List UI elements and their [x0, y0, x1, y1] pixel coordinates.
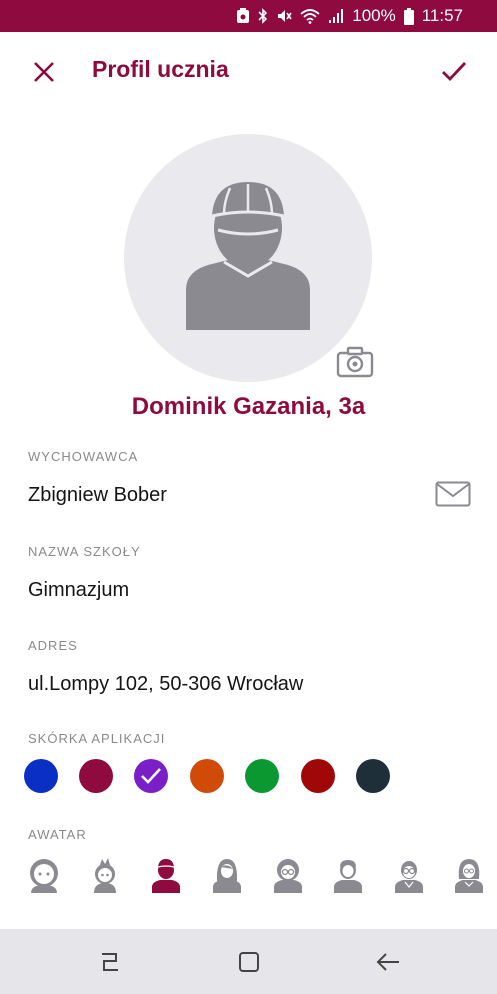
- system-nav-bar: [0, 929, 497, 994]
- avatar-boy-icon: [334, 860, 362, 893]
- wifi-icon: [300, 8, 320, 24]
- school-label: NAZWA SZKOŁY: [28, 544, 141, 559]
- student-cap-icon: [186, 182, 310, 330]
- clock: 11:57: [421, 6, 463, 25]
- skin-swatch[interactable]: [245, 759, 279, 793]
- avatar-woman-icon: [455, 859, 483, 893]
- checkmark-icon: [141, 768, 161, 784]
- address-label: ADRES: [28, 638, 78, 653]
- notification-icon: [236, 8, 250, 24]
- back-arrow-icon: [376, 953, 399, 971]
- save-button[interactable]: [436, 54, 472, 90]
- profile-avatar[interactable]: [124, 134, 372, 382]
- avatar-option-girl-glasses[interactable]: [271, 857, 305, 893]
- camera-icon: [336, 346, 374, 378]
- teacher-value: Zbigniew Bober: [28, 484, 167, 506]
- student-name: Dominik Gazania, 3a: [131, 393, 366, 420]
- app-bar: Profil ucznia: [0, 32, 497, 108]
- avatar-girl-icon: [213, 859, 241, 893]
- bluetooth-icon: [258, 8, 268, 24]
- home-button[interactable]: [233, 946, 265, 978]
- skin-swatch[interactable]: [24, 759, 58, 793]
- avatar-option-round-face[interactable]: [27, 857, 61, 893]
- back-button[interactable]: [372, 946, 404, 978]
- avatar-option-cap[interactable]: [149, 857, 183, 893]
- mute-icon: [276, 8, 292, 24]
- avatar-girl-glasses-icon: [274, 859, 302, 893]
- avatar-option-girl[interactable]: [210, 857, 244, 893]
- close-icon: [34, 62, 54, 82]
- school-value: Gimnazjum: [28, 579, 130, 601]
- message-teacher-button[interactable]: [435, 481, 471, 512]
- avatar-option-boy[interactable]: [331, 857, 365, 893]
- avatar-picker: [0, 857, 497, 897]
- recent-apps-icon: [102, 953, 118, 971]
- teacher-label: WYCHOWAWCA: [28, 449, 139, 464]
- avatar-option-man-glasses[interactable]: [392, 857, 426, 893]
- page-title: Profil ucznia: [92, 56, 229, 82]
- status-bar: 100% 11:57: [0, 0, 497, 32]
- avatar-man-glasses-icon: [395, 861, 423, 893]
- avatar-option-woman[interactable]: [452, 857, 486, 893]
- skin-swatch[interactable]: [134, 759, 168, 793]
- recent-apps-button[interactable]: [94, 946, 126, 978]
- home-icon: [239, 952, 259, 972]
- battery-percent: 100%: [352, 6, 396, 25]
- avatar-cap-icon: [152, 859, 180, 893]
- battery-icon: [403, 7, 414, 25]
- skin-label: SKÓRKA APLIKACJI: [28, 731, 166, 746]
- checkmark-icon: [442, 62, 467, 82]
- skin-swatch[interactable]: [190, 759, 224, 793]
- avatar-label: AWATAR: [28, 827, 87, 842]
- skin-swatch[interactable]: [79, 759, 113, 793]
- signal-icon: [328, 8, 344, 24]
- avatar-child-icon: [94, 858, 116, 893]
- close-button[interactable]: [26, 54, 62, 90]
- avatar-round-face-icon: [30, 859, 58, 893]
- address-value: ul.Lompy 102, 50-306 Wrocław: [28, 673, 304, 695]
- skin-swatch[interactable]: [356, 759, 390, 793]
- skin-swatch[interactable]: [301, 759, 335, 793]
- mail-icon: [435, 481, 471, 507]
- avatar-option-child[interactable]: [88, 857, 122, 893]
- change-photo-button[interactable]: [336, 346, 374, 383]
